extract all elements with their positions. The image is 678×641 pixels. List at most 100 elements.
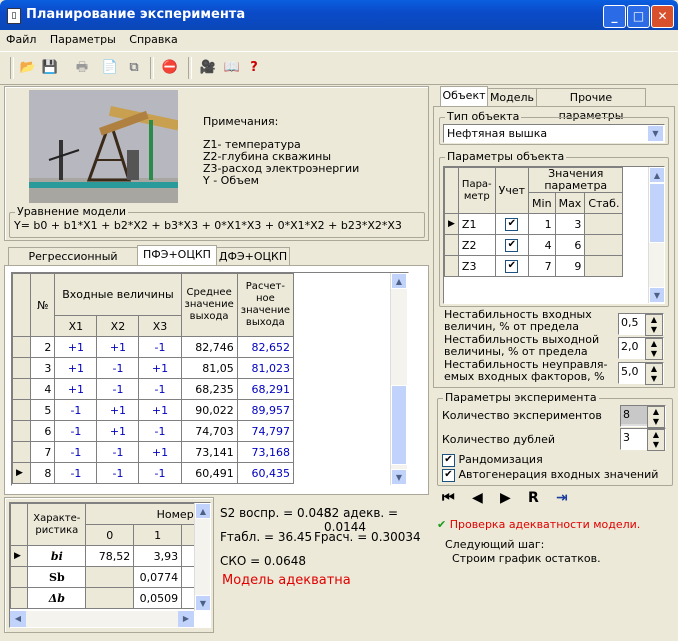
cell-x1[interactable]: +1	[54, 336, 98, 358]
scroll-down-icon[interactable]: ▼	[649, 287, 664, 303]
menu-file[interactable]: Файл	[0, 30, 40, 46]
table-row[interactable]: Z2 ✔ 4 6	[444, 234, 624, 256]
maximize-button[interactable]: □	[627, 5, 650, 28]
autogen-option[interactable]: ✔ Автогенерация входных значений	[442, 468, 658, 482]
spinner-arrows-icon[interactable]: ▲ ▼	[645, 363, 663, 385]
book-icon[interactable]: 📖	[222, 58, 242, 78]
use-checkbox[interactable]: ✔	[505, 217, 519, 231]
reset-button[interactable]: R	[528, 490, 539, 506]
scroll-up-icon[interactable]: ▲	[195, 503, 210, 519]
cell-avg[interactable]: 81,05	[180, 357, 238, 379]
horizontal-scrollbar[interactable]: ◀ ▶	[10, 611, 194, 627]
cell-calc[interactable]: 81,023	[236, 357, 295, 379]
camera-icon[interactable]: 🎥	[198, 58, 218, 78]
scroll-down-icon[interactable]: ▼	[195, 595, 210, 611]
save-icon[interactable]: 💾	[40, 58, 60, 78]
print-icon[interactable]: 🖶	[72, 58, 92, 78]
cell-x2[interactable]: +1	[96, 336, 140, 358]
tab-dfe[interactable]: ДФЭ+ОЦКП	[216, 247, 290, 266]
cell-calc[interactable]: 68,291	[236, 378, 295, 400]
spinner-arrows-icon[interactable]: ▲ ▼	[645, 338, 663, 360]
close-button[interactable]: ✕	[651, 5, 674, 28]
cell-x2[interactable]: -1	[96, 462, 140, 484]
cell-calc[interactable]: 60,435	[236, 462, 295, 484]
param-max[interactable]: 3	[554, 213, 586, 235]
cell-x1[interactable]: +1	[54, 357, 98, 379]
instability-uncontrolled-spinner[interactable]: 5,0 ▲ ▼	[618, 362, 664, 385]
scroll-up-icon[interactable]: ▲	[391, 273, 407, 289]
scroll-right-icon[interactable]: ▶	[178, 611, 194, 627]
scroll-thumb[interactable]	[649, 183, 664, 243]
tab-other-params[interactable]: Прочие параметры	[536, 88, 646, 122]
randomization-checkbox[interactable]: ✔	[442, 453, 455, 467]
table-row[interactable]: 7 -1 -1 +1 73,141 73,168	[12, 441, 295, 463]
cell-x3[interactable]: +1	[138, 357, 182, 379]
menu-help[interactable]: Справка	[123, 30, 181, 46]
param-min[interactable]: 7	[528, 255, 556, 277]
cell-x3[interactable]: +1	[138, 399, 182, 421]
table-row[interactable]: 3 +1 -1 +1 81,05 81,023	[12, 357, 295, 379]
cell-x3[interactable]: -1	[138, 378, 182, 400]
experiment-count-spinner[interactable]: 8 ▲ ▼	[620, 405, 666, 428]
cell-x2[interactable]: -1	[96, 378, 140, 400]
open-folder-icon[interactable]: 📂	[18, 58, 38, 78]
cell-x2[interactable]: +1	[96, 399, 140, 421]
use-checkbox[interactable]: ✔	[505, 259, 519, 273]
cell-x2[interactable]: -1	[96, 357, 140, 379]
vertical-scrollbar[interactable]: ▲ ▼	[390, 273, 407, 485]
tab-pfe[interactable]: ПФЭ+ОЦКП	[137, 245, 217, 266]
menu-parameters[interactable]: Параметры	[44, 30, 120, 46]
cell-x1[interactable]: +1	[54, 378, 98, 400]
cell-x1[interactable]: -1	[54, 462, 98, 484]
spinner-arrows-icon[interactable]: ▲ ▼	[645, 314, 663, 336]
cell-x2[interactable]: -1	[96, 441, 140, 463]
cell-x2[interactable]: +1	[96, 420, 140, 442]
spinner-arrows-icon[interactable]: ▲ ▼	[647, 406, 665, 428]
chevron-down-icon[interactable]: ▼	[648, 126, 663, 141]
exit-icon[interactable]: ⛔	[160, 58, 180, 78]
cell-x3[interactable]: -1	[138, 420, 182, 442]
spinner-value[interactable]: 8	[621, 406, 649, 424]
cell-calc[interactable]: 73,168	[236, 441, 295, 463]
duplicates-spinner[interactable]: 3 ▲ ▼	[620, 428, 666, 451]
spinner-value[interactable]: 2,0	[619, 338, 647, 356]
param-max[interactable]: 6	[554, 234, 586, 256]
cell-avg[interactable]: 74,703	[180, 420, 238, 442]
vertical-scrollbar[interactable]: ▲ ▼	[648, 167, 664, 303]
object-type-select[interactable]: Нефтяная вышка ▼	[443, 124, 665, 143]
cell-x1[interactable]: -1	[54, 399, 98, 421]
open-file-icon[interactable]: 📄	[100, 58, 120, 78]
next-step-icon[interactable]: ▶	[500, 490, 511, 506]
param-max[interactable]: 9	[554, 255, 586, 277]
table-row[interactable]: 4 +1 -1 -1 68,235 68,291	[12, 378, 295, 400]
scroll-left-icon[interactable]: ◀	[10, 611, 26, 627]
randomization-option[interactable]: ✔ Рандомизация	[442, 453, 543, 467]
cell-avg[interactable]: 60,491	[180, 462, 238, 484]
spinner-value[interactable]: 0,5	[619, 314, 647, 332]
tab-object[interactable]: Объект	[440, 86, 488, 107]
param-min[interactable]: 1	[528, 213, 556, 235]
table-row[interactable]: ▶ Z1 ✔ 1 3	[444, 213, 624, 235]
scroll-thumb[interactable]	[391, 385, 407, 465]
spinner-value[interactable]: 3	[621, 429, 649, 447]
minimize-button[interactable]: _	[603, 5, 626, 28]
scroll-down-icon[interactable]: ▼	[391, 469, 407, 485]
previous-step-icon[interactable]: ◀	[472, 490, 483, 506]
cell-avg[interactable]: 68,235	[180, 378, 238, 400]
copy-icon[interactable]: ⧉	[124, 58, 144, 78]
cell-calc[interactable]: 89,957	[236, 399, 295, 421]
table-row[interactable]: Δb 0,0509 0,050	[10, 587, 210, 609]
cell-x3[interactable]: -1	[138, 336, 182, 358]
vertical-scrollbar[interactable]: ▲ ▼	[194, 503, 210, 611]
table-row[interactable]: 6 -1 +1 -1 74,703 74,797	[12, 420, 295, 442]
param-min[interactable]: 4	[528, 234, 556, 256]
cell-x1[interactable]: -1	[54, 420, 98, 442]
cell-x3[interactable]: -1	[138, 462, 182, 484]
spinner-value[interactable]: 5,0	[619, 363, 647, 381]
tab-regression[interactable]: Регрессионный анализ	[8, 247, 138, 281]
table-row[interactable]: ▶ 8 -1 -1 -1 60,491 60,435	[12, 462, 295, 484]
table-row[interactable]: 2 +1 +1 -1 82,746 82,652	[12, 336, 295, 358]
cell-calc[interactable]: 74,797	[236, 420, 295, 442]
first-step-icon[interactable]: ⏮	[442, 490, 455, 506]
instability-input-spinner[interactable]: 0,5 ▲ ▼	[618, 313, 664, 336]
